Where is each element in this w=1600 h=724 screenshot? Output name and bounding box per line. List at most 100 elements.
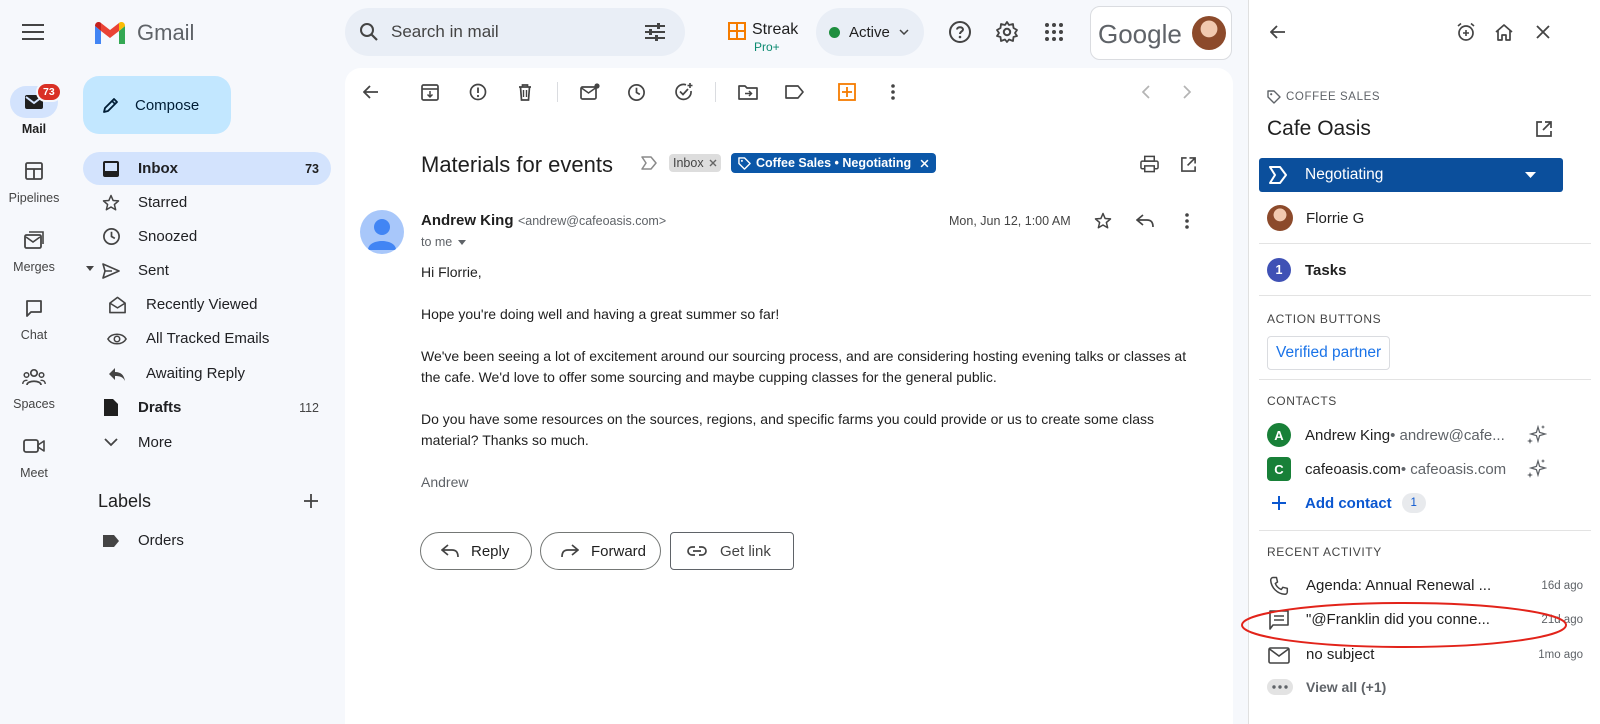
add-to-tasks-icon[interactable] <box>672 80 696 104</box>
label-orders[interactable]: Orders <box>83 524 331 557</box>
streak-sidebar: COFFEE SALES Cafe Oasis Negotiating Flor… <box>1241 0 1600 724</box>
streak-box-icon[interactable] <box>835 80 859 104</box>
sender-name[interactable]: Andrew King <box>421 212 514 229</box>
nav-all-tracked-emails[interactable]: All Tracked Emails <box>83 322 331 355</box>
close-icon[interactable] <box>1532 21 1554 43</box>
rail-meet[interactable]: Meet <box>0 430 68 480</box>
get-link-button[interactable]: Get link <box>670 532 794 570</box>
apps-grid-icon[interactable] <box>1041 19 1067 45</box>
nav-more[interactable]: More <box>83 426 331 459</box>
snooze-clock-icon[interactable] <box>624 80 648 104</box>
email-paragraph: Do you have some resources on the source… <box>421 411 1155 448</box>
add-contact-button[interactable]: Add contact 1 <box>1267 490 1567 516</box>
forward-button[interactable]: Forward <box>540 532 661 570</box>
sparkle-icon[interactable] <box>1524 457 1548 481</box>
spaces-icon <box>22 368 46 386</box>
stage-dropdown[interactable]: Negotiating <box>1259 158 1563 192</box>
nav-starred[interactable]: Starred <box>83 186 331 219</box>
rail-label: Mail <box>21 122 47 136</box>
nav-inbox[interactable]: Inbox 73 <box>83 152 331 185</box>
nav-snoozed[interactable]: Snoozed <box>83 220 331 253</box>
pipeline-stage-chip[interactable]: Coffee Sales • Negotiating <box>731 153 937 173</box>
report-spam-icon[interactable] <box>466 80 490 104</box>
newer-chevron-icon[interactable] <box>1133 80 1157 104</box>
email-greeting: Hi Florrie, <box>421 264 482 280</box>
nav-sent[interactable]: Sent <box>83 254 331 287</box>
caret-down-icon <box>1525 172 1536 178</box>
add-contact-count: 1 <box>1401 493 1426 513</box>
older-chevron-icon[interactable] <box>1175 80 1199 104</box>
reply-label: Reply <box>471 542 510 560</box>
help-icon[interactable] <box>947 19 973 45</box>
recipient-dropdown[interactable]: to me <box>421 235 467 249</box>
inbox-chip[interactable]: Inbox <box>669 154 721 172</box>
more-horiz-icon <box>1267 679 1293 695</box>
compose-button[interactable]: Compose <box>83 76 231 134</box>
archive-icon[interactable] <box>418 80 442 104</box>
alarm-add-icon[interactable] <box>1455 21 1477 43</box>
open-box-external-icon[interactable] <box>1533 118 1555 140</box>
rail-spaces[interactable]: Spaces <box>0 361 68 411</box>
contact-avatar: A <box>1267 423 1291 447</box>
nav-count: 73 <box>305 161 319 176</box>
star-icon[interactable] <box>1092 210 1114 232</box>
main-menu-icon[interactable] <box>20 20 46 44</box>
remove-chip-icon[interactable] <box>920 159 929 168</box>
verified-partner-button[interactable]: Verified partner <box>1267 336 1391 370</box>
mark-unread-icon[interactable] <box>578 80 602 104</box>
rail-chat[interactable]: Chat <box>0 292 68 342</box>
print-icon[interactable] <box>1138 153 1160 175</box>
rail-pipelines[interactable]: Pipelines <box>0 155 68 205</box>
status-selector[interactable]: Active <box>816 8 924 56</box>
label-icon[interactable] <box>783 80 807 104</box>
move-to-icon[interactable] <box>736 80 760 104</box>
open-new-window-icon[interactable] <box>1177 153 1199 175</box>
sender-avatar <box>360 210 404 254</box>
contact-name: cafeoasis.com <box>1305 460 1401 478</box>
more-vert-icon[interactable] <box>881 80 905 104</box>
reply-icon[interactable] <box>1134 210 1156 232</box>
back-arrow-icon[interactable] <box>359 80 383 104</box>
more-vert-icon[interactable] <box>1176 210 1198 232</box>
home-icon[interactable] <box>1493 21 1515 43</box>
nav-drafts[interactable]: Drafts 112 <box>83 391 331 424</box>
activity-text: Agenda: Annual Renewal ... <box>1306 577 1492 594</box>
activity-row[interactable]: Agenda: Annual Renewal ... 16d ago <box>1267 573 1583 599</box>
reply-button[interactable]: Reply <box>420 532 532 570</box>
rail-merges[interactable]: Merges <box>0 224 68 274</box>
assignee-row[interactable]: Florrie G <box>1267 205 1364 231</box>
contact-avatar: C <box>1267 457 1291 481</box>
nav-label: Recently Viewed <box>146 296 258 313</box>
divider <box>1259 530 1591 531</box>
nav-count: 112 <box>299 400 319 415</box>
pipeline-chip-label: Coffee Sales • Negotiating <box>756 156 912 170</box>
pipeline-breadcrumb[interactable]: COFFEE SALES <box>1267 90 1380 104</box>
reply-arrow-icon <box>105 362 129 386</box>
tasks-row[interactable]: 1 Tasks <box>1267 258 1346 282</box>
search-options-icon[interactable] <box>643 20 667 44</box>
importance-marker-icon[interactable] <box>641 156 657 170</box>
nav-label: Starred <box>138 194 188 211</box>
star-icon <box>99 191 123 215</box>
nav-awaiting-reply[interactable]: Awaiting Reply <box>83 357 331 390</box>
contact-detail: • andrew@cafe... <box>1390 426 1505 444</box>
trash-icon[interactable] <box>513 80 537 104</box>
back-arrow-icon[interactable] <box>1267 21 1289 43</box>
contact-detail: • cafeoasis.com <box>1400 460 1507 478</box>
nav-recently-viewed[interactable]: Recently Viewed <box>83 288 331 321</box>
sparkle-icon[interactable] <box>1524 423 1548 447</box>
search-bar[interactable]: Search in mail <box>345 8 685 56</box>
view-all-activity-link[interactable]: View all (+1) <box>1267 679 1386 695</box>
search-input[interactable]: Search in mail <box>391 22 499 42</box>
nav-label: Inbox <box>138 160 178 177</box>
caret-down-icon[interactable] <box>86 266 94 272</box>
contact-row[interactable]: C cafeoasis.com • cafeoasis.com <box>1267 456 1567 482</box>
settings-gear-icon[interactable] <box>994 19 1020 45</box>
remove-chip-icon[interactable] <box>709 159 717 167</box>
search-icon[interactable] <box>357 20 381 44</box>
tasks-count-badge: 1 <box>1267 258 1291 282</box>
google-account-button[interactable]: Google <box>1090 6 1232 60</box>
view-all-label: View all (+1) <box>1306 679 1387 695</box>
contact-row[interactable]: A Andrew King • andrew@cafe... <box>1267 422 1567 448</box>
add-label-icon[interactable] <box>301 491 321 511</box>
